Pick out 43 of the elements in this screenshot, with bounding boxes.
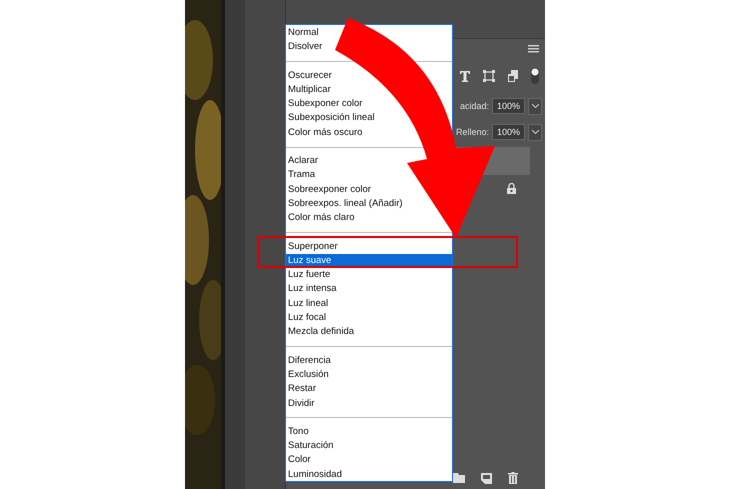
menu-item[interactable]: Dividir — [286, 396, 314, 411]
menu-item[interactable]: Restar — [286, 382, 316, 397]
opacity-label: acidad: — [460, 101, 489, 111]
menu-item[interactable]: Superponer — [286, 240, 338, 254]
transform-icon[interactable] — [483, 70, 495, 82]
type-icon[interactable] — [460, 70, 470, 82]
toggle-switch[interactable] — [531, 68, 539, 84]
menu-item[interactable]: Normal — [286, 26, 319, 40]
chevron-icon — [532, 130, 538, 134]
menu-item[interactable]: Saturación — [286, 439, 334, 454]
menu-item[interactable]: Trama — [286, 168, 316, 183]
menu-item[interactable]: Luz intensa — [286, 282, 337, 297]
chevron-icon — [532, 104, 538, 108]
menu-icon[interactable] — [528, 45, 539, 53]
menu-item[interactable]: Color — [286, 453, 311, 468]
menu-item[interactable]: Subexposición lineal — [286, 111, 375, 126]
fill-field[interactable]: 100% — [492, 124, 525, 140]
menu-item[interactable]: Luz lineal — [286, 296, 328, 312]
menu-item[interactable]: Tono — [286, 424, 309, 440]
menu-item[interactable]: Aclarar — [286, 154, 318, 168]
opacity-dropdown-button[interactable] — [528, 98, 542, 114]
menu-item[interactable]: Luminosidad — [286, 468, 342, 482]
menu-item[interactable]: Luz focal — [286, 311, 326, 326]
menu-item[interactable]: Sobreexpos. lineal (Añadir) — [286, 196, 403, 212]
menu-item[interactable]: Disolver — [286, 40, 322, 55]
menu-item[interactable]: Oscurecer — [286, 68, 332, 83]
lock-icon[interactable] — [507, 182, 516, 194]
menu-item[interactable]: Subexponer color — [286, 97, 362, 112]
folder-icon[interactable] — [453, 473, 465, 483]
fill-dropdown-button[interactable] — [528, 124, 542, 140]
menu-item[interactable]: Diferencia — [286, 354, 331, 368]
menu-item[interactable]: Multiplicar — [286, 82, 331, 98]
fill-label: Relleno: — [456, 127, 489, 137]
new-layer-icon[interactable] — [481, 472, 492, 484]
menu-item[interactable]: Luz fuerte — [286, 268, 330, 282]
menu-item[interactable]: Exclusión — [286, 368, 329, 382]
menu-item[interactable]: Color más claro — [286, 211, 355, 226]
menu-item[interactable]: Mezcla definida — [286, 325, 354, 340]
menu-item[interactable]: Color más oscuro — [286, 126, 362, 140]
document-icon[interactable] — [508, 70, 518, 82]
opacity-field[interactable]: 100% — [492, 98, 525, 114]
trash-icon[interactable] — [508, 472, 518, 484]
menu-item[interactable]: Sobreexponer color — [286, 182, 371, 197]
